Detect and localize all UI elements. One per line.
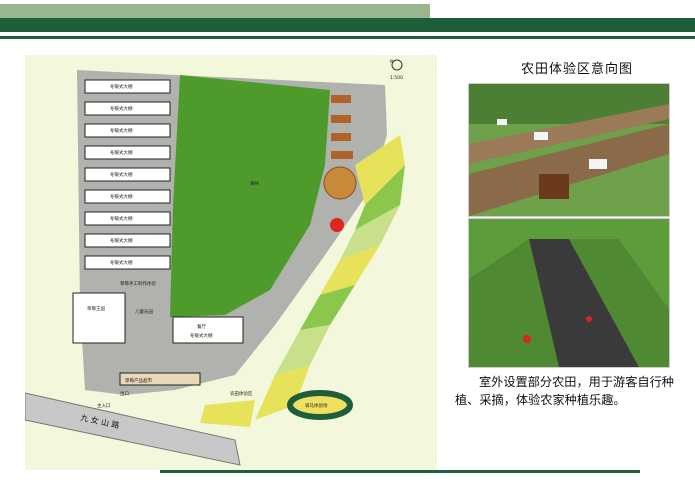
strawberry-park-label: 草莓王国 xyxy=(87,305,105,312)
svg-text:冬暖式大棚: 冬暖式大棚 xyxy=(110,193,133,200)
footer-rule xyxy=(160,470,640,473)
svg-text:冬暖式大棚: 冬暖式大棚 xyxy=(110,237,133,244)
farm-strip xyxy=(200,400,255,427)
svg-text:冬暖式大棚: 冬暖式大棚 xyxy=(110,83,133,90)
farm-zone-label: 农田体验区 xyxy=(230,390,253,397)
horse-label: 骑马体验场 xyxy=(305,402,328,409)
hut xyxy=(331,115,351,123)
sales-label: 草莓产品超市 xyxy=(125,377,152,384)
photo-strawberry-rows xyxy=(468,218,670,368)
svg-text:冬暖式大棚: 冬暖式大棚 xyxy=(110,105,133,112)
north-arrow-icon xyxy=(391,59,403,71)
exit-label: 出口 xyxy=(120,390,129,397)
hut xyxy=(331,95,351,103)
hut xyxy=(331,133,351,141)
svg-text:冬暖式大棚: 冬暖式大棚 xyxy=(110,259,133,266)
restaurant-greenhouse-label: 冬暖式大棚 xyxy=(190,332,213,339)
restaurant-block xyxy=(172,316,244,344)
highlight-marker xyxy=(330,218,344,232)
forest-label: 果林 xyxy=(250,180,259,187)
strawberry-park-block xyxy=(72,292,126,344)
restaurant-label: 餐厅 xyxy=(197,323,206,330)
main-entrance-label: 主入口 xyxy=(97,402,111,409)
svg-text:冬暖式大棚: 冬暖式大棚 xyxy=(110,127,133,134)
photo-farm-plots xyxy=(468,83,670,217)
caption-text: 室外设置部分农田，用于游客自行种植、采摘，体验农家种植乐趣。 xyxy=(455,375,674,407)
north-label: N xyxy=(390,59,393,65)
svg-text:冬暖式大棚: 冬暖式大棚 xyxy=(110,215,133,222)
scale-label: 1:500 xyxy=(390,75,403,81)
round-plaza xyxy=(323,166,357,200)
hut xyxy=(331,151,353,159)
svg-text:冬暖式大棚: 冬暖式大棚 xyxy=(110,149,133,156)
header-bar xyxy=(0,18,695,32)
site-plan: 冬暖式大棚 冬暖式大棚 冬暖式大棚 冬暖式大棚 冬暖式大棚 冬暖式大棚 冬暖式大… xyxy=(24,55,437,470)
kids-label: 儿童乐园 xyxy=(135,308,153,315)
page-title: 农田体验区意向图 xyxy=(521,62,634,77)
road xyxy=(24,392,241,466)
craft-label: 草莓手工制作体验 xyxy=(120,280,156,287)
site-plan-drawing: 冬暖式大棚 冬暖式大棚 冬暖式大棚 冬暖式大棚 冬暖式大棚 冬暖式大棚 冬暖式大… xyxy=(24,59,405,466)
svg-text:冬暖式大棚: 冬暖式大棚 xyxy=(110,171,133,178)
header-rule xyxy=(0,36,695,39)
